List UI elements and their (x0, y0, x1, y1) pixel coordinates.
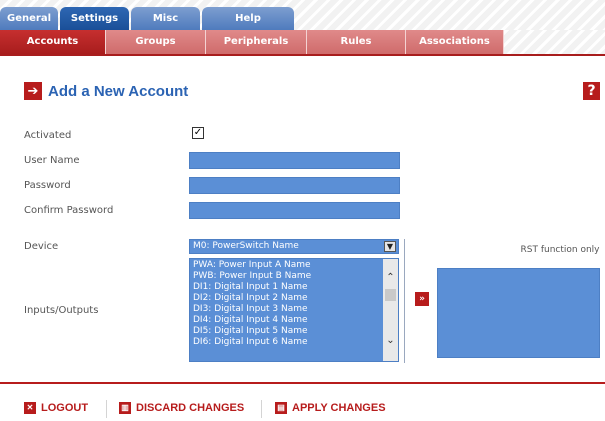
tab-misc[interactable]: Misc (131, 7, 200, 30)
rst-selected-list[interactable] (437, 268, 600, 358)
scroll-up-icon[interactable]: ⌃ (383, 271, 398, 285)
username-label: User Name (24, 155, 80, 166)
subtab-accounts[interactable]: Accounts (0, 30, 106, 54)
page-header: ➔ Add a New Account (24, 82, 188, 100)
discard-changes-button[interactable]: ▥ DISCARD CHANGES (119, 402, 244, 414)
apply-changes-button[interactable]: ▤ APPLY CHANGES (275, 402, 386, 414)
list-item[interactable]: DI1: Digital Input 1 Name (190, 282, 398, 293)
device-select-value: M0: PowerSwitch Name (193, 241, 299, 251)
sub-nav: Accounts Groups Peripherals Rules Associ… (0, 30, 605, 54)
confirm-password-label: Confirm Password (24, 205, 114, 216)
username-field[interactable] (189, 152, 400, 169)
scroll-thumb[interactable] (385, 289, 396, 301)
device-select[interactable]: M0: PowerSwitch Name ▼ (189, 239, 399, 254)
list-item[interactable]: DI6: Digital Input 6 Name (190, 337, 398, 348)
list-item[interactable]: DI2: Digital Input 2 Name (190, 293, 398, 304)
footer-separator (106, 400, 107, 418)
list-scrollbar[interactable]: ⌃ ⌄ (383, 259, 398, 361)
logout-button[interactable]: ✕ LOGOUT (24, 402, 88, 414)
chevron-down-icon[interactable]: ▼ (384, 241, 396, 252)
subtab-rules[interactable]: Rules (307, 30, 406, 54)
tab-help[interactable]: Help (202, 7, 294, 30)
inputs-outputs-list[interactable]: PWA: Power Input A Name PWB: Power Input… (189, 258, 399, 362)
top-nav: General Settings Misc Help (0, 0, 605, 30)
list-item[interactable]: PWA: Power Input A Name (190, 260, 398, 271)
password-label: Password (24, 180, 71, 191)
confirm-password-field[interactable] (189, 202, 400, 219)
subtab-associations[interactable]: Associations (406, 30, 504, 54)
help-icon[interactable]: ? (583, 82, 600, 100)
inputs-outputs-label: Inputs/Outputs (24, 305, 99, 316)
list-item[interactable]: DI5: Digital Input 5 Name (190, 326, 398, 337)
activated-label: Activated (24, 130, 72, 141)
tab-settings[interactable]: Settings (60, 7, 129, 30)
password-field[interactable] (189, 177, 400, 194)
trash-icon: ▥ (119, 402, 131, 414)
column-divider (404, 239, 405, 363)
apply-label: APPLY CHANGES (292, 402, 386, 414)
footer-divider (0, 382, 605, 384)
arrow-right-icon: ➔ (24, 82, 42, 100)
list-item[interactable]: DI3: Digital Input 3 Name (190, 304, 398, 315)
subtab-peripherals[interactable]: Peripherals (206, 30, 307, 54)
list-item[interactable]: DI4: Digital Input 4 Name (190, 315, 398, 326)
move-right-button[interactable]: » (415, 292, 429, 306)
footer-separator (261, 400, 262, 418)
logout-label: LOGOUT (41, 402, 89, 414)
activated-checkbox[interactable]: ✓ (192, 127, 204, 139)
subtab-groups[interactable]: Groups (106, 30, 206, 54)
device-label: Device (24, 241, 59, 252)
scroll-down-icon[interactable]: ⌄ (383, 334, 398, 348)
close-icon: ✕ (24, 402, 36, 414)
list-item[interactable]: PWB: Power Input B Name (190, 271, 398, 282)
page-title: Add a New Account (48, 82, 189, 100)
discard-label: DISCARD CHANGES (136, 402, 245, 414)
tab-general[interactable]: General (0, 7, 58, 30)
subnav-divider (0, 54, 605, 56)
save-icon: ▤ (275, 402, 287, 414)
rst-function-label: RST function only (520, 245, 600, 255)
